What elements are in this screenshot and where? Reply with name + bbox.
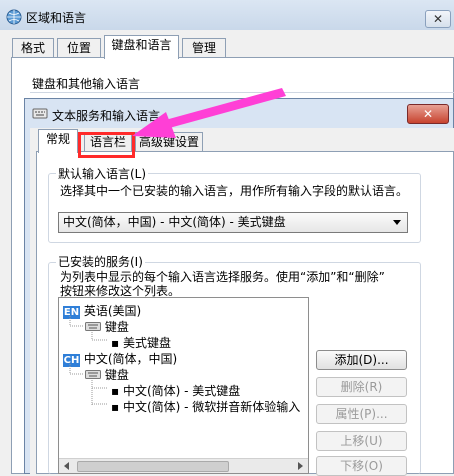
outer-window-title: 区域和语言 bbox=[26, 11, 87, 25]
tree-node-label: 英语(美国) bbox=[83, 304, 142, 318]
dialog-title: 文本服务和输入语言 bbox=[52, 109, 161, 123]
move-up-button[interactable]: 上移(U) bbox=[316, 431, 407, 451]
scrollbar-thumb[interactable] bbox=[77, 461, 229, 472]
add-button[interactable]: 添加(D)... bbox=[316, 350, 407, 370]
bullet-icon: ▪ bbox=[111, 400, 120, 414]
tab-format[interactable]: 格式 bbox=[12, 38, 54, 58]
tree-line bbox=[69, 364, 84, 375]
keyboard-group-title: 键盘和其他输入语言 bbox=[32, 77, 141, 91]
tree-node-label: 中文(简体) - 美式键盘 bbox=[122, 384, 241, 398]
properties-button[interactable]: 属性(P)... bbox=[316, 404, 407, 424]
keyboard-icon bbox=[85, 370, 101, 379]
default-language-description: 选择其中一个已安装的输入语言，用作所有输入字段的默认语言。 bbox=[60, 184, 409, 198]
tree-node-label: 中文(简体，中国) bbox=[83, 352, 178, 366]
tree-node-label: 美式键盘 bbox=[122, 336, 171, 350]
tab-general[interactable]: 常规 bbox=[38, 129, 78, 153]
services-tree[interactable]: EN 英语(美国) 键盘 ▪ 美式键盘 CH 中文(简体，中国) 键盘 ▪ 中文… bbox=[58, 297, 309, 474]
dropdown-value: 中文(简体，中国) - 中文(简体) - 美式键盘 bbox=[63, 215, 286, 229]
tab-location[interactable]: 位置 bbox=[57, 38, 101, 58]
divider bbox=[30, 92, 454, 93]
tree-node-label: 中文(简体) - 微软拼音新体验输入 bbox=[122, 400, 301, 414]
chevron-down-icon bbox=[393, 220, 401, 225]
default-language-title: 默认输入语言(L) bbox=[56, 165, 149, 182]
dialog-close-button[interactable]: ✕ bbox=[407, 104, 449, 124]
keyboard-icon bbox=[32, 108, 48, 119]
move-down-button[interactable]: 下移(O) bbox=[316, 456, 407, 476]
tree-line bbox=[69, 316, 84, 327]
tree-line bbox=[91, 332, 108, 341]
tree-line bbox=[91, 380, 108, 406]
horizontal-scrollbar[interactable] bbox=[59, 458, 308, 473]
scroll-left-icon[interactable] bbox=[64, 462, 69, 470]
tab-admin[interactable]: 管理 bbox=[182, 38, 226, 58]
tab-advanced-key-settings[interactable]: 高级键设置 bbox=[135, 132, 203, 152]
bullet-icon: ▪ bbox=[111, 336, 120, 350]
tree-node-us-keyboard[interactable]: ▪ 美式键盘 bbox=[111, 334, 171, 351]
globe-icon bbox=[6, 9, 22, 25]
keyboard-icon bbox=[85, 322, 101, 331]
tree-node-microsoft-pinyin[interactable]: ▪ 中文(简体) - 微软拼音新体验输入 bbox=[111, 398, 300, 415]
remove-button[interactable]: 删除(R) bbox=[316, 377, 407, 397]
bullet-icon: ▪ bbox=[111, 384, 120, 398]
tab-keyboard-language[interactable]: 键盘和语言 bbox=[104, 35, 179, 59]
tree-node-chinese-us-keyboard[interactable]: ▪ 中文(简体) - 美式键盘 bbox=[111, 382, 240, 399]
default-language-dropdown[interactable]: 中文(简体，中国) - 中文(简体) - 美式键盘 bbox=[58, 212, 408, 233]
scroll-right-icon[interactable] bbox=[298, 462, 303, 470]
outer-close-button[interactable]: ✕ bbox=[425, 10, 451, 28]
annotation-highlight-box bbox=[78, 132, 135, 158]
